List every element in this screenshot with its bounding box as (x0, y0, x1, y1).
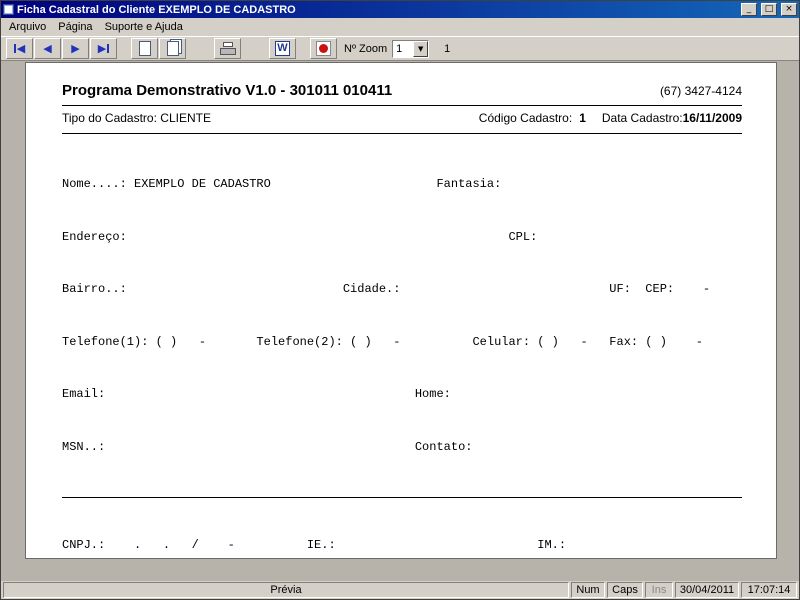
two-page-view-button[interactable] (159, 38, 186, 59)
maximize-button[interactable]: □ (761, 3, 777, 16)
title-bar: Ficha Cadastral do Cliente EXEMPLO DE CA… (1, 1, 799, 18)
previous-page-button[interactable]: ◀ (34, 38, 61, 59)
preview-area: Programa Demonstrativo V1.0 - 301011 010… (1, 61, 799, 581)
field-line-nome: Nome....: EXEMPLO DE CADASTRO Fantasia: (62, 176, 742, 194)
contact-fields: Nome....: EXEMPLO DE CADASTRO Fantasia: … (62, 141, 742, 491)
divider (62, 133, 742, 134)
previous-page-icon: ◀ (43, 43, 51, 54)
pdf-icon (316, 41, 331, 56)
report-phone: (67) 3427-4124 (660, 84, 742, 98)
zoom-label: Nº Zoom (344, 43, 387, 55)
status-caps-lock: Caps (607, 582, 643, 598)
zoom-value: 1 (393, 43, 413, 55)
printer-icon (220, 42, 236, 56)
app-icon (3, 4, 14, 15)
export-pdf-button[interactable] (310, 38, 337, 59)
field-line-cnpj: CNPJ.: . . / - IE.: IM.: (62, 537, 742, 555)
two-pages-icon (167, 41, 179, 56)
field-line-endereco: Endereço: CPL: (62, 229, 742, 247)
minimize-button[interactable]: _ (741, 3, 757, 16)
first-page-button[interactable]: ◀ (6, 38, 33, 59)
tipo-cadastro: Tipo do Cadastro: CLIENTE (62, 111, 479, 125)
document-fields: CNPJ.: . . / - IE.: IM.: CPF..: . . - RG… (62, 502, 742, 581)
codigo-cadastro-value: 1 (579, 111, 586, 125)
toolbar: ◀ ◀ ▶ ▶ W Nº Z (1, 36, 799, 61)
status-date: 30/04/2011 (675, 582, 739, 598)
menu-arquivo[interactable]: Arquivo (3, 19, 52, 35)
page-icon (139, 41, 151, 56)
close-button[interactable]: × (781, 3, 797, 16)
window-title: Ficha Cadastral do Cliente EXEMPLO DE CA… (17, 4, 737, 16)
report-page: Programa Demonstrativo V1.0 - 301011 010… (25, 62, 777, 559)
menu-pagina[interactable]: Página (52, 19, 98, 35)
status-bar: Prévia Num Caps Ins 30/04/2011 17:07:14 (1, 581, 799, 599)
last-page-button[interactable]: ▶ (90, 38, 117, 59)
next-page-button[interactable]: ▶ (62, 38, 89, 59)
current-page-indicator: 1 (444, 43, 450, 55)
print-button[interactable] (214, 38, 241, 59)
chevron-down-icon[interactable]: ▼ (413, 41, 428, 57)
data-cadastro-value: 16/11/2009 (683, 111, 742, 125)
status-insert: Ins (645, 582, 673, 598)
divider (62, 497, 742, 498)
page-view-button[interactable] (131, 38, 158, 59)
last-page-icon (107, 44, 109, 53)
first-page-icon (14, 44, 16, 53)
codigo-cadastro-label: Código Cadastro: (479, 111, 572, 125)
status-time: 17:07:14 (741, 582, 797, 598)
status-mode: Prévia (3, 582, 569, 598)
field-line-email: Email: Home: (62, 386, 742, 404)
menu-suporte-e-ajuda[interactable]: Suporte e Ajuda (99, 19, 189, 35)
field-line-bairro: Bairro..: Cidade.: UF: CEP: - (62, 281, 742, 299)
report-header: Programa Demonstrativo V1.0 - 301011 010… (62, 82, 742, 99)
export-word-button[interactable]: W (269, 38, 296, 59)
next-page-icon: ▶ (71, 43, 79, 54)
cadastro-row: Tipo do Cadastro: CLIENTE Código Cadastr… (62, 106, 742, 127)
app-window: Ficha Cadastral do Cliente EXEMPLO DE CA… (0, 0, 800, 600)
data-cadastro-label: Data Cadastro: (602, 111, 683, 125)
field-line-telefones: Telefone(1): ( ) - Telefone(2): ( ) - Ce… (62, 334, 742, 352)
field-line-msn: MSN..: Contato: (62, 439, 742, 457)
report-title: Programa Demonstrativo V1.0 - 301011 010… (62, 82, 660, 99)
zoom-select[interactable]: 1 ▼ (392, 40, 429, 58)
status-num-lock: Num (571, 582, 605, 598)
word-icon: W (275, 41, 290, 56)
menu-bar: Arquivo Página Suporte e Ajuda (1, 18, 799, 36)
